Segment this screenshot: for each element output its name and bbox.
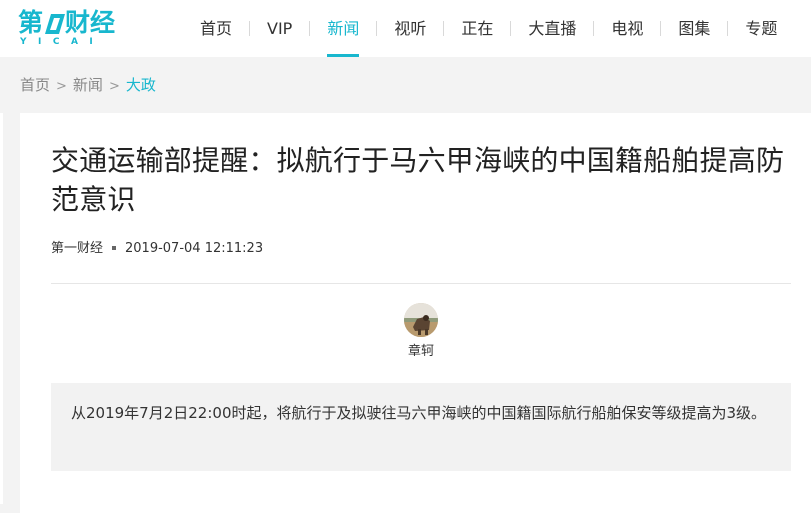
- breadcrumb-policy[interactable]: 大政: [126, 76, 156, 94]
- logo-chars-caijing: 财经: [65, 8, 116, 37]
- nav-item-live-now[interactable]: 正在: [461, 0, 493, 57]
- breadcrumb-separator: >: [108, 79, 120, 94]
- left-edge-strip: [0, 113, 3, 504]
- article-source[interactable]: 第一财经: [51, 241, 103, 256]
- top-navigation-bar: 第财经 YICAI 首页 VIP 新闻 视听 正在 大直播 电视 图集 专题: [0, 0, 811, 57]
- logo-subtitle: YICAI: [20, 37, 105, 47]
- nav-item-big-live[interactable]: 大直播: [528, 0, 576, 57]
- breadcrumb: 首页 > 新闻 > 大政: [20, 74, 156, 98]
- article-title: 交通运输部提醒：拟航行于马六甲海峡的中国籍船舶提高防范意识: [51, 144, 785, 216]
- nav-divider: [510, 21, 512, 36]
- breadcrumb-news[interactable]: 新闻: [73, 76, 103, 94]
- author-avatar[interactable]: [404, 303, 438, 337]
- logo-char-di: 第: [18, 8, 44, 37]
- article-meta: 第一财经 2019-07-04 12:11:23: [51, 239, 263, 259]
- nav-item-vip[interactable]: VIP: [267, 0, 292, 57]
- main-nav: 首页 VIP 新闻 视听 正在 大直播 电视 图集 专题: [200, 0, 777, 57]
- breadcrumb-home[interactable]: 首页: [20, 76, 50, 94]
- article-datetime: 2019-07-04 12:11:23: [125, 241, 264, 256]
- nav-item-topics[interactable]: 专题: [745, 0, 777, 57]
- nav-divider: [593, 21, 595, 36]
- nav-item-news[interactable]: 新闻: [327, 0, 360, 57]
- nav-divider: [309, 21, 311, 36]
- nav-divider: [727, 21, 729, 36]
- nav-item-tv[interactable]: 电视: [611, 0, 643, 57]
- article-summary: 从2019年7月2日22:00时起，将航行于及拟驶往马六甲海峡的中国籍国际航行船…: [51, 383, 791, 471]
- nav-divider: [660, 21, 662, 36]
- breadcrumb-separator: >: [56, 79, 67, 94]
- nav-divider: [249, 21, 251, 36]
- nav-divider: [376, 21, 378, 36]
- author-photo-icon: [404, 303, 438, 337]
- nav-divider: [443, 21, 445, 36]
- nav-item-video[interactable]: 视听: [394, 0, 426, 57]
- nav-item-gallery[interactable]: 图集: [678, 0, 710, 57]
- meta-dot-separator: [112, 245, 117, 250]
- author-name[interactable]: 章轲: [394, 342, 448, 362]
- yicai-logo[interactable]: 第财经 YICAI: [18, 8, 130, 48]
- nav-item-home[interactable]: 首页: [200, 0, 232, 57]
- logo-slash-icon: [45, 14, 65, 34]
- article-divider: [51, 283, 791, 284]
